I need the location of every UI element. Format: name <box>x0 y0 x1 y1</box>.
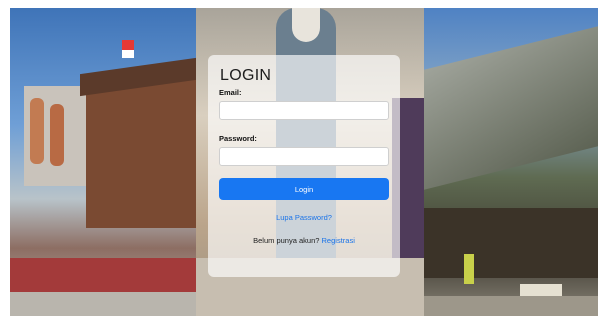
statue-left <box>30 98 44 164</box>
pavement <box>10 292 196 316</box>
login-button[interactable]: Login <box>219 178 389 200</box>
flag <box>122 40 134 50</box>
password-label: Password: <box>219 134 257 143</box>
person <box>464 254 474 284</box>
forgot-password-link[interactable]: Lupa Password? <box>219 213 389 222</box>
password-input[interactable] <box>219 147 389 166</box>
photo-market-canopy <box>424 8 598 316</box>
register-line: Belum punya akun? Registrasi <box>219 236 389 245</box>
photo-building-exterior <box>10 8 196 316</box>
ground <box>424 296 598 316</box>
canopy-roof <box>424 26 598 190</box>
statue-right <box>50 104 64 166</box>
login-title: LOGIN <box>220 67 272 84</box>
register-prompt: Belum punya akun? <box>253 236 320 245</box>
login-card: LOGIN Email: Password: Login Lupa Passwo… <box>208 55 400 277</box>
red-fence <box>10 258 196 292</box>
email-label: Email: <box>219 88 242 97</box>
flag-white <box>122 50 134 58</box>
email-input[interactable] <box>219 101 389 120</box>
register-link[interactable]: Registrasi <box>322 236 355 245</box>
signboard <box>520 284 562 296</box>
mannequin-neck <box>292 8 320 42</box>
traditional-house <box>86 78 196 228</box>
market-stalls <box>424 208 598 278</box>
